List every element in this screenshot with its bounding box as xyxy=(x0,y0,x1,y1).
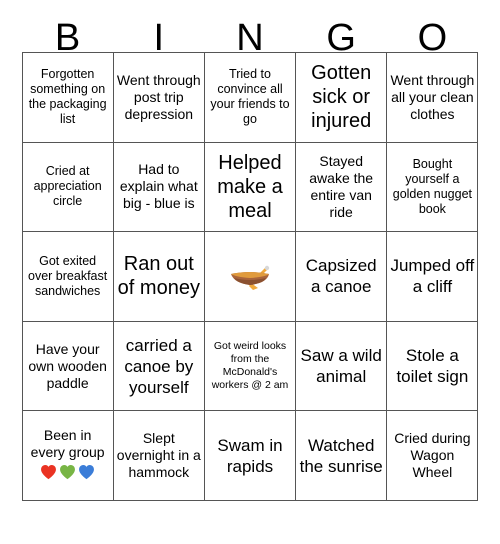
bingo-free-space[interactable] xyxy=(203,231,297,322)
header-letter-n: N xyxy=(236,17,264,59)
bingo-cell-label: Saw a wild animal xyxy=(300,346,382,387)
bingo-cell-r2c4[interactable]: Stayed awake the entire van ride xyxy=(295,141,388,233)
heart-icon-blue xyxy=(78,464,95,484)
bingo-row: Got exited over breakfast sandwiches Ran … xyxy=(21,231,479,322)
heart-icon-red xyxy=(40,464,57,484)
bingo-cell-label: Got exited over breakfast sandwiches xyxy=(28,253,108,298)
bingo-row: Cried at appreciation circle Had to expla… xyxy=(21,141,479,233)
bingo-cell-r4c2[interactable]: carried a canoe by yourself xyxy=(112,320,205,412)
bingo-cell-r4c3[interactable]: Got weird looks from the McDonald's work… xyxy=(203,320,297,412)
bingo-cell-r2c3[interactable]: Helped make a meal xyxy=(203,141,297,233)
heart-icon-green xyxy=(59,464,76,484)
bingo-card: B I N G O Forgotten something on the pac… xyxy=(0,0,500,544)
bingo-header: B I N G O xyxy=(22,0,478,59)
bingo-cell-label: Have your own wooden paddle xyxy=(28,340,107,391)
bingo-cell-label: Bought yourself a golden nugget book xyxy=(392,156,472,216)
header-letter-i: I xyxy=(153,17,165,59)
bingo-cell-r4c5[interactable]: Stole a toilet sign xyxy=(386,320,479,412)
bingo-cell-label: Went through post trip depression xyxy=(116,71,201,122)
header-letter-g: G xyxy=(326,17,356,59)
bingo-cell-label: Ran out of money xyxy=(117,253,200,300)
bingo-cell-r3c5[interactable]: Jumped off a cliff xyxy=(386,231,479,322)
bingo-cell-label: Got weird looks from the McDonald's work… xyxy=(211,340,289,392)
bingo-cell-r5c1[interactable]: Been in every group xyxy=(21,410,114,501)
bingo-cell-label: Helped make a meal xyxy=(217,151,283,222)
bingo-cell-r2c2[interactable]: Had to explain what big - blue is xyxy=(112,141,205,233)
bingo-cell-r5c2[interactable]: Slept overnight in a hammock xyxy=(112,410,205,501)
bingo-cell-label: Capsized a canoe xyxy=(305,256,377,297)
bingo-cell-r3c4[interactable]: Capsized a canoe xyxy=(295,231,388,322)
bingo-cell-label: carried a canoe by yourself xyxy=(124,335,194,397)
bingo-cell-r1c5[interactable]: Went through all your clean clothes xyxy=(386,52,479,143)
bingo-cell-r1c1[interactable]: Forgotten something on the packaging lis… xyxy=(21,52,114,143)
bingo-cell-r5c3[interactable]: Swam in rapids xyxy=(203,410,297,501)
bingo-cell-r1c3[interactable]: Tried to convince all your friends to go xyxy=(203,52,297,143)
bingo-cell-r1c4[interactable]: Gotten sick or injured xyxy=(295,52,388,143)
bingo-cell-r3c2[interactable]: Ran out of money xyxy=(112,231,205,322)
bingo-cell-label: Went through all your clean clothes xyxy=(390,71,475,122)
bingo-cell-label: Tried to convince all your friends to go xyxy=(210,67,290,127)
canoe-icon xyxy=(208,234,292,319)
bingo-cell-r5c4[interactable]: Watched the sunrise xyxy=(295,410,388,501)
bingo-cell-r4c1[interactable]: Have your own wooden paddle xyxy=(21,320,114,412)
header-letter-o: O xyxy=(417,17,448,59)
bingo-cell-label: Forgotten something on the packaging lis… xyxy=(28,67,107,127)
bingo-cell-r3c1[interactable]: Got exited over breakfast sandwiches xyxy=(21,231,114,322)
bingo-cell-label: Watched the sunrise xyxy=(299,435,383,476)
bingo-cell-r1c2[interactable]: Went through post trip depression xyxy=(112,52,205,143)
bingo-cell-r5c5[interactable]: Cried during Wagon Wheel xyxy=(386,410,479,501)
bingo-cell-label: Gotten sick or injured xyxy=(311,62,372,133)
bingo-cell-label: Stole a toilet sign xyxy=(396,346,469,387)
heart-row xyxy=(26,464,110,484)
bingo-row: Have your own wooden paddle carried a can… xyxy=(21,320,479,412)
bingo-cell-r4c4[interactable]: Saw a wild animal xyxy=(295,320,388,412)
bingo-cell-label: Stayed awake the entire van ride xyxy=(309,152,374,220)
header-letter-b: B xyxy=(54,17,81,59)
bingo-row: Been in every group Slept overnight in a … xyxy=(21,410,479,501)
bingo-cell-label: Slept overnight in a hammock xyxy=(116,430,201,481)
bingo-cell-r2c1[interactable]: Cried at appreciation circle xyxy=(21,141,114,233)
bingo-cell-r2c5[interactable]: Bought yourself a golden nugget book xyxy=(386,141,479,233)
bingo-cell-label: Had to explain what big - blue is xyxy=(119,161,198,212)
bingo-grid: Forgotten something on the packaging lis… xyxy=(21,52,479,501)
bingo-cell-label: Cried during Wagon Wheel xyxy=(394,430,471,481)
bingo-row: Forgotten something on the packaging lis… xyxy=(21,52,479,143)
bingo-cell-label: Swam in rapids xyxy=(217,435,283,476)
bingo-cell-label: Been in every group xyxy=(30,427,105,461)
bingo-cell-label: Cried at appreciation circle xyxy=(33,164,102,209)
bingo-cell-label: Jumped off a cliff xyxy=(390,256,475,297)
